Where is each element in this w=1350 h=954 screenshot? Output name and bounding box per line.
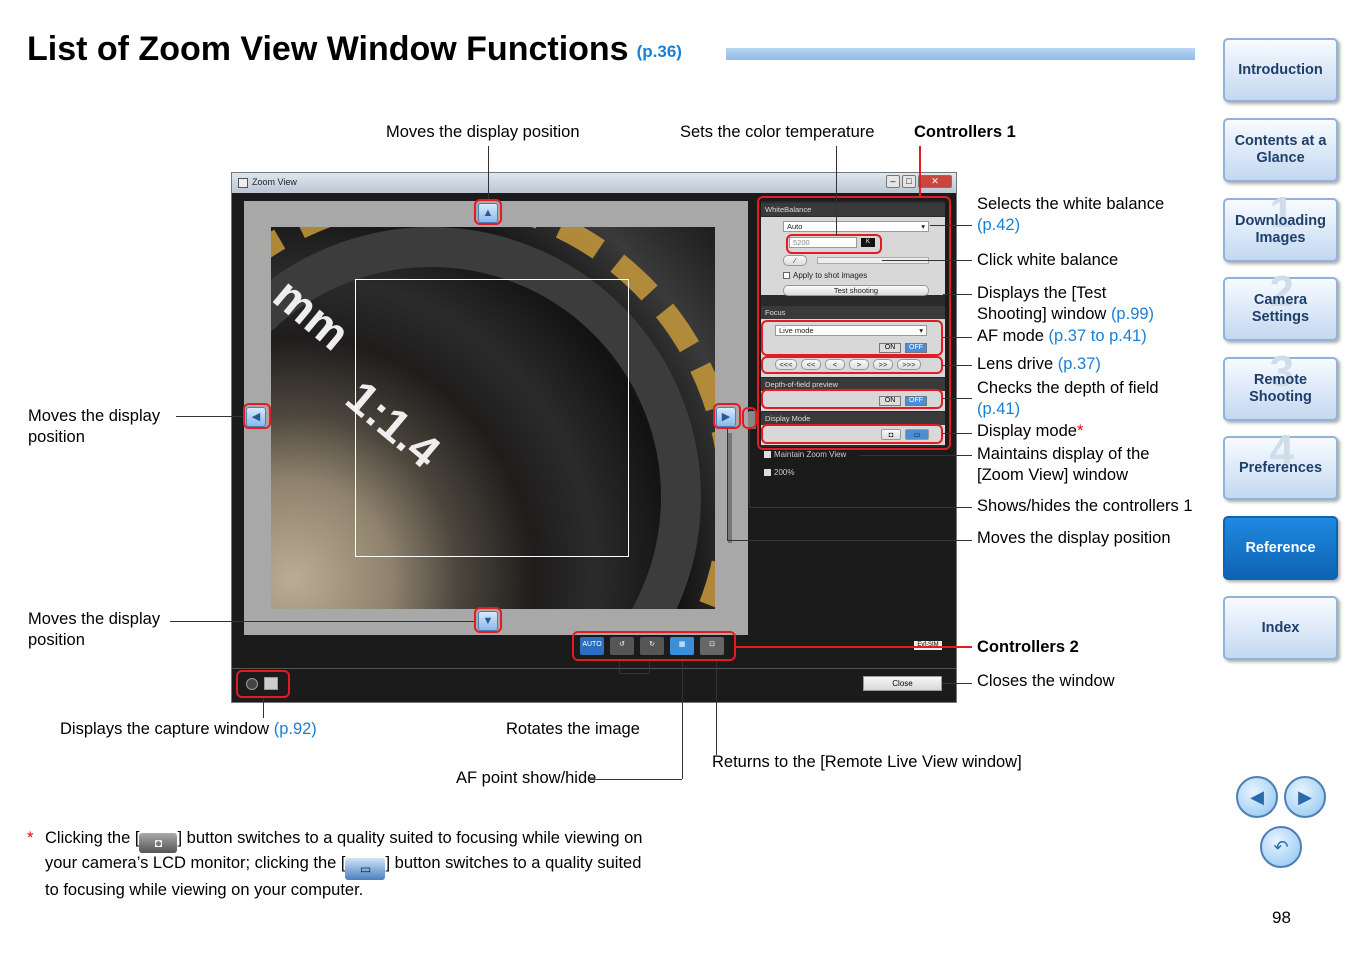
- label-maintain: Maintains display of the [Zoom View] wind…: [977, 445, 1150, 484]
- highlight-dof: [761, 389, 943, 409]
- label-dof: Checks the depth of field (p.41): [977, 379, 1159, 418]
- label-moves-bottom: Moves the display position: [28, 610, 161, 649]
- label-returns: Returns to the [Remote Live View window]: [712, 753, 1022, 771]
- highlight-down-arrow: [474, 607, 502, 633]
- zoom-selection-frame[interactable]: [355, 279, 629, 557]
- minimize-button[interactable]: –: [886, 175, 900, 188]
- link-p41[interactable]: (p.41): [977, 400, 1020, 418]
- page-title: List of Zoom View Window Functions (p.36): [27, 30, 682, 68]
- sidebar-item-contents[interactable]: Contents at a Glance: [1223, 118, 1338, 182]
- sidebar-item-camera-settings[interactable]: 2 Camera Settings: [1223, 270, 1338, 341]
- page-number: 98: [1272, 908, 1291, 927]
- close-button[interactable]: Close: [863, 676, 942, 691]
- highlight-display-mode: [761, 424, 943, 444]
- label-showhide: Shows/hides the controllers 1: [977, 497, 1193, 515]
- label-capture: Displays the capture window (p.92): [60, 720, 317, 738]
- sidebar-item-index[interactable]: Index: [1223, 596, 1338, 660]
- sidebar-item-preferences[interactable]: 4 Preferences: [1223, 429, 1338, 500]
- label-moves-top: Moves the display position: [386, 123, 580, 141]
- sidebar-item-introduction[interactable]: Introduction: [1223, 38, 1338, 102]
- label-white-balance: Selects the white balance (p.42): [977, 195, 1165, 234]
- title-page-link[interactable]: (p.36): [637, 42, 682, 61]
- lens-photo: mm 1:1.4: [271, 227, 715, 609]
- zoom-200-checkbox[interactable]: 200%: [764, 468, 794, 477]
- highlight-controllers2: [572, 631, 736, 661]
- maximize-button[interactable]: □: [902, 175, 916, 188]
- highlight-left-arrow: [243, 403, 271, 429]
- link-p37-41[interactable]: (p.37 to p.41): [1049, 327, 1147, 345]
- label-lens-drive: Lens drive (p.37): [977, 355, 1101, 373]
- highlight-kelvin: [786, 234, 882, 254]
- highlight-af-mode: [761, 320, 943, 356]
- footnote-star: *: [27, 829, 34, 847]
- label-color-temp: Sets the color temperature: [680, 123, 875, 141]
- label-closes: Closes the window: [977, 672, 1115, 690]
- window-titlebar: Zoom View – □ ✕: [232, 173, 956, 193]
- highlight-lens-drive: [761, 356, 943, 374]
- image-viewer: mm 1:1.4 ▲ ◀ ▶ ▼: [244, 201, 748, 635]
- camera-button-icon: ◘: [139, 833, 178, 853]
- link-p99[interactable]: (p.99): [1111, 305, 1154, 323]
- label-moves-right: Moves the display position: [977, 529, 1171, 547]
- label-af-point: AF point show/hide: [456, 769, 597, 787]
- label-display-mode: Display mode*: [977, 422, 1084, 440]
- window-app-icon: [238, 178, 248, 188]
- title-decoration-bar: [726, 48, 1195, 60]
- label-controllers1: Controllers 1: [914, 123, 1016, 141]
- sidebar-item-downloading[interactable]: 1 Downloading Images: [1223, 191, 1338, 262]
- link-p42[interactable]: (p.42): [977, 216, 1020, 234]
- window-close-icon[interactable]: ✕: [918, 175, 952, 188]
- highlight-capture: [236, 670, 290, 698]
- footnote: Clicking the [◘] button switches to a qu…: [45, 829, 643, 899]
- return-icon[interactable]: ↶: [1260, 826, 1302, 868]
- sidebar-item-reference[interactable]: Reference: [1223, 516, 1338, 580]
- label-controllers2: Controllers 2: [977, 638, 1079, 656]
- vertical-scrollbar[interactable]: [728, 433, 732, 543]
- maintain-zoom-checkbox[interactable]: Maintain Zoom View: [764, 450, 846, 459]
- highlight-toggle: [742, 407, 757, 429]
- label-moves-left: Moves the display position: [28, 407, 161, 446]
- label-af-mode: AF mode (p.37 to p.41): [977, 327, 1147, 345]
- previous-page-icon[interactable]: ◀: [1236, 776, 1278, 818]
- highlight-right-arrow: [713, 403, 741, 429]
- label-click-wb: Click white balance: [977, 251, 1119, 269]
- computer-button-icon: ▭: [345, 858, 386, 880]
- sidebar-item-remote-shooting[interactable]: 3 Remote Shooting: [1223, 350, 1338, 421]
- highlight-up-arrow: [474, 199, 502, 225]
- link-p37[interactable]: (p.37): [1058, 355, 1101, 373]
- label-rotates: Rotates the image: [506, 720, 640, 738]
- window-title: Zoom View: [252, 177, 297, 187]
- label-test-shooting: Displays the [Test Shooting] window (p.99…: [977, 284, 1155, 323]
- next-page-icon[interactable]: ▶: [1284, 776, 1326, 818]
- link-p92[interactable]: (p.92): [274, 720, 317, 738]
